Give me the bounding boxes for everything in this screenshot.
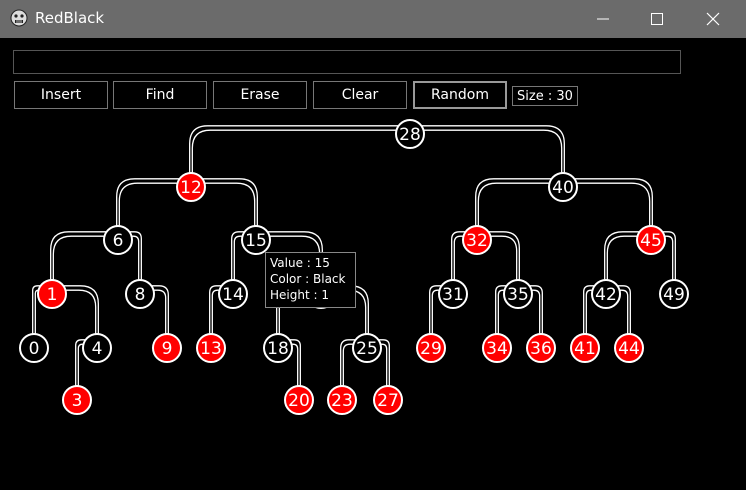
- node-label: 1: [47, 285, 58, 305]
- tooltip-height: Height : 1: [270, 288, 329, 302]
- tree-node-1[interactable]: 1: [37, 279, 67, 309]
- node-label: 29: [420, 339, 442, 359]
- node-label: 41: [574, 339, 596, 359]
- node-label: 4: [92, 339, 103, 359]
- tree-edge: [62, 285, 99, 336]
- tree-node-18[interactable]: 18: [263, 333, 293, 363]
- node-label: 31: [442, 285, 464, 305]
- tree-node-3[interactable]: 3: [62, 385, 92, 415]
- tree-node-29[interactable]: 29: [416, 333, 446, 363]
- tree-node-31[interactable]: 31: [438, 279, 468, 309]
- tree-edge: [606, 235, 641, 282]
- node-label: 23: [331, 391, 353, 411]
- tree-edge: [573, 178, 653, 228]
- tree-node-44[interactable]: 44: [614, 333, 644, 363]
- node-label: 13: [200, 339, 222, 359]
- node-label: 9: [162, 339, 173, 359]
- tree-node-23[interactable]: 23: [327, 385, 357, 415]
- tree-node-49[interactable]: 49: [659, 279, 689, 309]
- node-label: 42: [595, 285, 617, 305]
- tree-edge: [477, 182, 553, 228]
- node-label: 3: [72, 391, 83, 411]
- tree-node-20[interactable]: 20: [284, 385, 314, 415]
- tree-node-27[interactable]: 27: [373, 385, 403, 415]
- node-label: 12: [180, 178, 202, 198]
- node-label: 0: [29, 339, 40, 359]
- tree-node-42[interactable]: 42: [591, 279, 621, 309]
- tree-node-8[interactable]: 8: [125, 279, 155, 309]
- tree-edge: [604, 231, 641, 282]
- node-label: 14: [222, 285, 244, 305]
- tree-edge: [420, 125, 565, 175]
- tree-edge: [573, 182, 651, 228]
- node-tooltip: Value : 15 Color : Black Height : 1: [265, 252, 356, 308]
- tree-node-45[interactable]: 45: [636, 225, 666, 255]
- tree-node-32[interactable]: 32: [462, 225, 492, 255]
- tree-node-14[interactable]: 14: [218, 279, 248, 309]
- node-label: 15: [245, 231, 267, 251]
- tree-edge: [118, 182, 181, 228]
- tree-edge: [52, 235, 108, 282]
- node-label: 45: [640, 231, 662, 251]
- node-label: 36: [530, 339, 552, 359]
- tree-node-12[interactable]: 12: [176, 172, 206, 202]
- tree-node-13[interactable]: 13: [196, 333, 226, 363]
- node-label: 44: [618, 339, 640, 359]
- tree-node-28[interactable]: 28: [395, 119, 425, 149]
- node-label: 49: [663, 285, 685, 305]
- tree-node-9[interactable]: 9: [152, 333, 182, 363]
- tree-node-0[interactable]: 0: [19, 333, 49, 363]
- tree-edge: [191, 129, 400, 175]
- node-label: 8: [135, 285, 146, 305]
- tree-node-6[interactable]: 6: [103, 225, 133, 255]
- node-label: 40: [552, 178, 574, 198]
- tree-node-4[interactable]: 4: [82, 333, 112, 363]
- tree-node-36[interactable]: 36: [526, 333, 556, 363]
- node-label: 27: [377, 391, 399, 411]
- tooltip-color: Color : Black: [270, 272, 346, 286]
- tree-edge: [189, 125, 400, 175]
- tree-node-40[interactable]: 40: [548, 172, 578, 202]
- node-label: 34: [486, 339, 508, 359]
- tree-canvas[interactable]: 2812406153245181422313542490491318252934…: [0, 0, 746, 490]
- node-label: 20: [288, 391, 310, 411]
- tree-edge: [420, 129, 563, 175]
- tree-edge: [201, 182, 256, 228]
- tree-node-41[interactable]: 41: [570, 333, 600, 363]
- node-label: 6: [113, 231, 124, 251]
- tree-edge: [62, 289, 97, 336]
- tooltip-value: Value : 15: [270, 256, 330, 270]
- node-label: 18: [267, 339, 289, 359]
- tree-node-35[interactable]: 35: [503, 279, 533, 309]
- tree-node-34[interactable]: 34: [482, 333, 512, 363]
- node-label: 25: [356, 339, 378, 359]
- tree-edge: [475, 178, 553, 228]
- node-label: 28: [399, 125, 421, 145]
- node-label: 32: [466, 231, 488, 251]
- tree-node-25[interactable]: 25: [352, 333, 382, 363]
- node-label: 35: [507, 285, 529, 305]
- tree-node-15[interactable]: 15: [241, 225, 271, 255]
